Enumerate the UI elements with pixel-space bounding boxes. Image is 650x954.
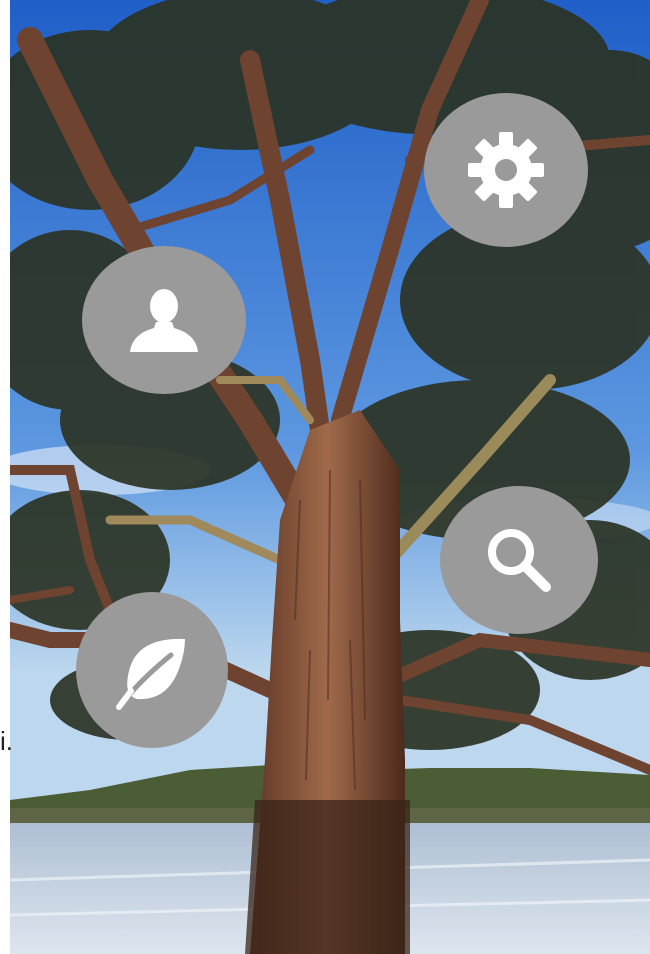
gear-icon bbox=[466, 130, 546, 210]
leaf-icon bbox=[111, 629, 193, 711]
search-button[interactable] bbox=[440, 486, 598, 634]
settings-button[interactable] bbox=[424, 93, 588, 247]
search-icon bbox=[482, 523, 556, 597]
user-icon bbox=[126, 282, 202, 358]
edge-text: i. bbox=[0, 726, 13, 756]
profile-button[interactable] bbox=[82, 246, 246, 394]
eco-button[interactable] bbox=[76, 592, 228, 748]
